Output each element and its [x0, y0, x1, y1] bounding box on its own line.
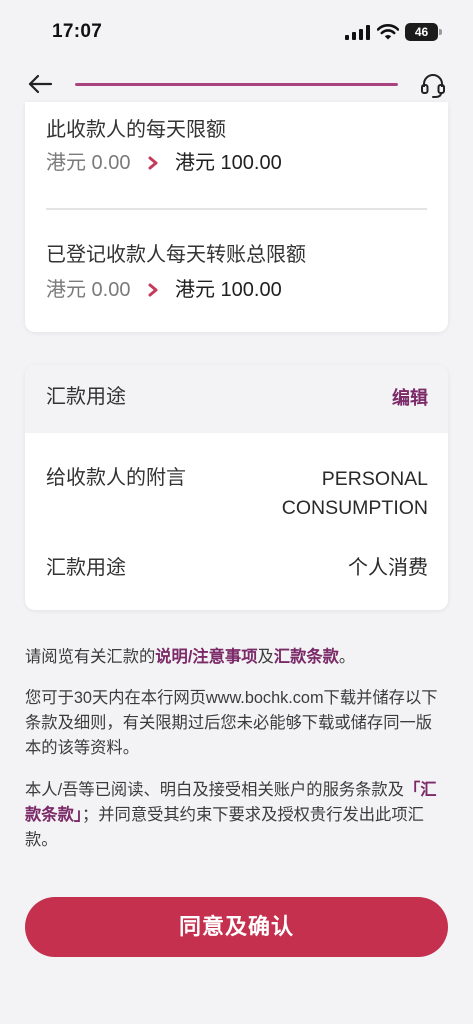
download-notice: 您可于30天内在本行网页www.bochk.com下载并储存以下条款及细则，有关… [25, 689, 438, 757]
purpose-card: 汇款用途 编辑 给收款人的附言 PERSONAL CONSUMPTION 汇款用… [25, 365, 448, 610]
limits-card: 此收款人的每天限额 港元 0.00 港元 100.00 已登记收款人每天转账总限… [25, 102, 448, 332]
terms-notice: 请阅览有关汇款的说明/注意事项及汇款条款。 [25, 645, 448, 670]
progress-fill [75, 83, 398, 86]
remittance-purpose-value: 个人消费 [348, 557, 428, 579]
amount-to: 港元 100.00 [175, 279, 282, 301]
limit-label: 此收款人的每天限额 [46, 119, 226, 141]
back-button[interactable] [23, 70, 57, 98]
purpose-card-header: 汇款用途 编辑 [25, 365, 448, 433]
limit-amount-row: 港元 0.00 港元 100.00 [46, 150, 282, 176]
recipient-message-label: 给收款人的附言 [46, 467, 186, 489]
chevron-right-icon [148, 156, 158, 170]
wifi-icon [377, 24, 399, 40]
notice-text: 及 [257, 648, 274, 666]
limit-label: 已登记收款人每天转账总限额 [46, 244, 306, 266]
battery-nub [439, 29, 442, 35]
purpose-card-title: 汇款用途 [46, 386, 126, 408]
amount-from: 港元 0.00 [46, 279, 131, 301]
progress-bar [75, 83, 398, 86]
limit-amount-row: 港元 0.00 港元 100.00 [46, 277, 282, 303]
support-button[interactable] [417, 69, 449, 101]
consent-notice: 本人/吾等已阅读、明白及接受相关账户的服务条款及「汇款条款」；并同意受其约束下要… [25, 778, 448, 853]
confirm-button[interactable]: 同意及确认 [25, 897, 448, 957]
status-time: 17:07 [52, 21, 103, 42]
notice-text: 。 [338, 648, 356, 666]
remittance-terms-link[interactable]: 汇款条款 [274, 648, 339, 666]
recipient-message-value: PERSONAL CONSUMPTION [281, 468, 428, 519]
headset-icon [421, 74, 445, 98]
battery-icon: 46 [405, 23, 443, 41]
chevron-right-icon [148, 283, 158, 297]
amount-to: 港元 100.00 [175, 152, 282, 174]
battery-level: 46 [405, 23, 438, 41]
notice-text: 本人/吾等已阅读、明白及接受相关账户的服务条款及 [25, 781, 404, 799]
instructions-link[interactable]: 说明/注意事项 [155, 648, 257, 666]
arrow-left-icon [28, 74, 53, 94]
notice-text: 请阅览有关汇款的 [25, 648, 156, 666]
signal-icon [345, 25, 370, 40]
notice-text: ；并同意受其约束下要求及授权贵行发出此项汇款。 [25, 806, 424, 849]
remittance-purpose-label: 汇款用途 [46, 557, 126, 579]
amount-from: 港元 0.00 [46, 152, 131, 174]
divider [46, 208, 427, 210]
edit-button[interactable]: 编辑 [392, 385, 428, 411]
